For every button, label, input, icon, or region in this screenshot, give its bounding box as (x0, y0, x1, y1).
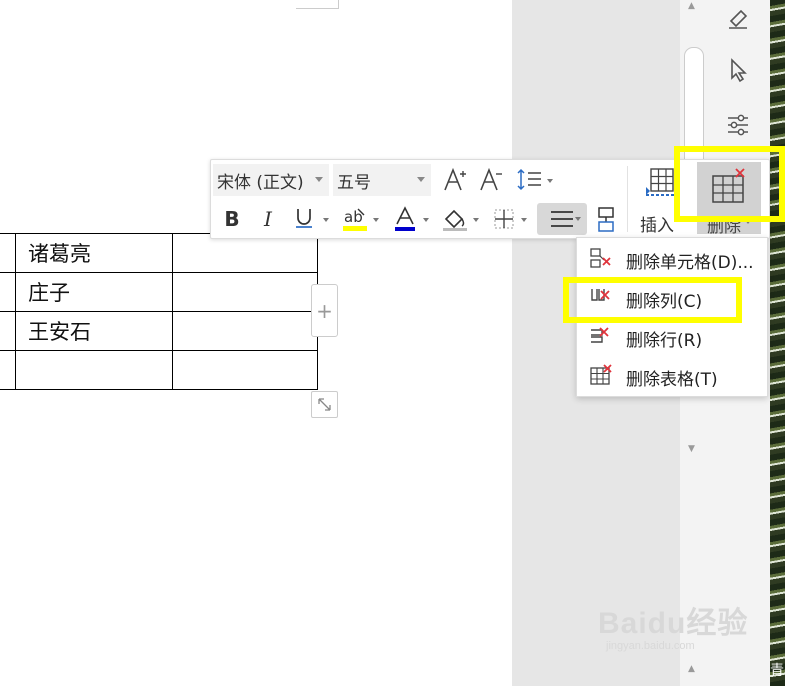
page-corner-marker (296, 0, 339, 9)
pointer-icon[interactable] (723, 55, 753, 85)
menu-item-delete-cell[interactable]: 删除单元格(D)... (577, 239, 767, 277)
table-cell[interactable] (172, 311, 318, 351)
chevron-down-icon[interactable] (473, 218, 479, 222)
edge-text: 青 (770, 663, 784, 679)
bold-icon[interactable]: B (219, 206, 245, 232)
table-row[interactable] (0, 350, 318, 390)
baidu-watermark: Baidu经验 jingyan.baidu.com (598, 598, 749, 652)
chevron-down-icon (315, 177, 323, 182)
table-cell[interactable] (0, 233, 16, 273)
menu-item-label: 删除表格(T) (626, 370, 718, 390)
table-cell[interactable] (172, 233, 318, 273)
align-justify-icon (551, 211, 573, 227)
table-cell-name[interactable]: 王安石 (15, 311, 173, 351)
annotation-highlight-delete-column (563, 277, 742, 323)
chevron-down-icon (575, 217, 581, 221)
font-family-select[interactable]: 宋体 (正文) (213, 164, 329, 196)
table-row[interactable]: 诸葛亮 (0, 233, 318, 273)
chevron-down-icon[interactable] (547, 179, 553, 183)
table-cell[interactable] (0, 272, 16, 312)
table-cell[interactable] (0, 311, 16, 351)
annotation-highlight-delete-button (674, 146, 785, 222)
italic-icon[interactable]: I (255, 206, 281, 232)
watermark-brand: Baidu经验 (598, 607, 749, 640)
eraser-icon[interactable] (723, 2, 753, 32)
scroll-down-arrow-icon[interactable]: ▼ (688, 445, 695, 454)
watermark-url: jingyan.baidu.com (606, 640, 695, 652)
increase-font-size-icon[interactable] (441, 166, 471, 194)
underline-icon[interactable] (291, 204, 317, 232)
font-size-value: 五号 (337, 172, 371, 193)
line-spacing-icon[interactable] (514, 166, 544, 194)
add-column-button[interactable]: + (311, 284, 338, 337)
toolbar-divider (627, 166, 628, 232)
highlight-color-icon[interactable]: ab (339, 204, 371, 234)
font-family-value: 宋体 (正文) (217, 172, 304, 193)
font-size-select[interactable]: 五号 (333, 164, 431, 196)
menu-item-label: 删除单元格(D)... (626, 253, 754, 273)
table-cell-name[interactable] (15, 350, 173, 390)
scroll-bottom-arrow-icon[interactable]: ▲ (688, 665, 695, 674)
table-row[interactable]: 王安石 (0, 311, 318, 351)
settings-sliders-icon[interactable] (723, 110, 753, 140)
menu-item-delete-table[interactable]: 删除表格(T) (577, 356, 767, 394)
table-cell[interactable] (0, 350, 16, 390)
delete-table-icon (590, 364, 612, 385)
table-resize-handle[interactable] (311, 391, 338, 418)
format-painter-icon[interactable] (593, 204, 619, 234)
insert-label[interactable]: 插入 (640, 211, 674, 236)
chevron-down-icon[interactable] (423, 218, 429, 222)
borders-icon[interactable] (491, 206, 517, 232)
shading-fill-icon[interactable] (439, 204, 471, 234)
table-row[interactable]: 庄子 (0, 272, 318, 312)
delete-row-icon (591, 327, 609, 343)
chevron-down-icon (417, 177, 425, 182)
document-page: 诸葛亮 庄子 王安石 + (0, 0, 512, 686)
chevron-down-icon[interactable] (373, 218, 379, 222)
resize-icon (318, 398, 331, 411)
table-cell-name[interactable]: 庄子 (15, 272, 173, 312)
delete-cell-icon (590, 248, 611, 268)
chevron-down-icon[interactable] (521, 218, 527, 222)
table-cell[interactable] (172, 272, 318, 312)
table-cell[interactable] (172, 350, 318, 390)
alignment-button[interactable] (537, 203, 587, 235)
background-photo-edge (770, 0, 785, 686)
menu-item-label: 删除行(R) (626, 331, 703, 351)
insert-table-icon[interactable] (643, 164, 677, 202)
table-cell-name[interactable]: 诸葛亮 (15, 233, 173, 273)
document-table[interactable]: 诸葛亮 庄子 王安石 (0, 233, 318, 390)
chevron-down-icon[interactable] (323, 218, 329, 222)
font-color-icon[interactable] (391, 204, 419, 234)
scroll-up-arrow-icon[interactable]: ▲ (688, 2, 695, 11)
decrease-font-size-icon[interactable] (477, 166, 507, 194)
